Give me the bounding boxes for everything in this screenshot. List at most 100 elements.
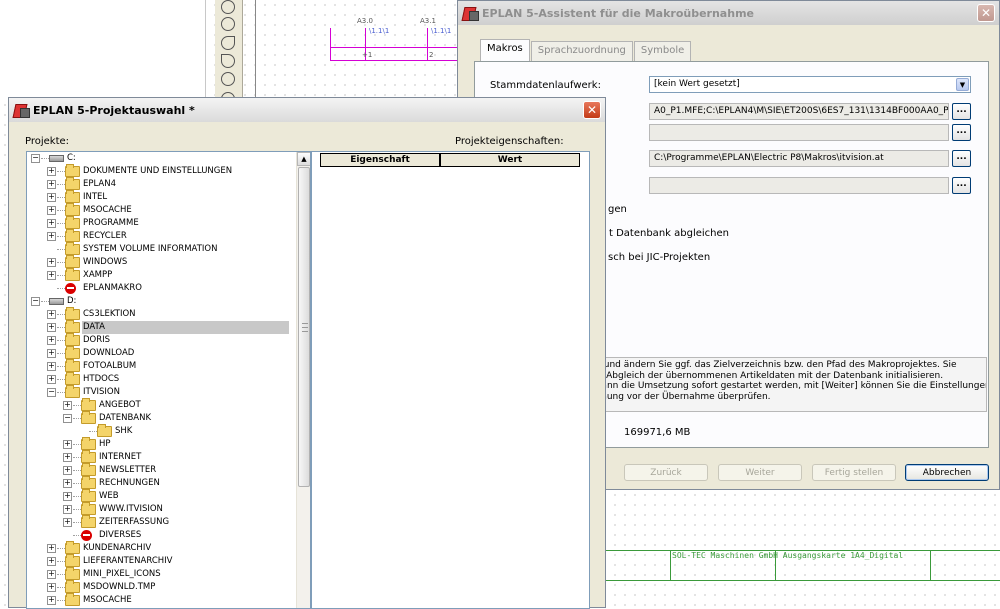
browse-button-2[interactable]: ... [952, 124, 971, 141]
drive-icon [49, 155, 64, 162]
expand-icon[interactable]: + [63, 479, 72, 488]
scroll-up-arrow-icon[interactable]: ▲ [297, 152, 310, 166]
tree-connector [73, 470, 81, 471]
tool-circle-icon[interactable] [221, 0, 235, 14]
assistant-titlebar[interactable]: EPLAN 5-Assistent für die Makroübernahme… [458, 1, 999, 25]
target-path-field[interactable]: C:\Programme\EPLAN\Electric P8\Makros\it… [649, 150, 949, 167]
tree-item[interactable]: + XAMPP [27, 268, 291, 282]
tree-item-label: MSOCACHE [83, 595, 132, 605]
close-button[interactable]: ✕ [583, 101, 601, 119]
tree-item[interactable]: + RECHNUNGEN [27, 476, 291, 490]
folder-icon [81, 476, 96, 489]
expand-icon[interactable]: + [47, 323, 56, 332]
expand-icon[interactable]: + [47, 336, 56, 345]
projekt-titlebar[interactable]: EPLAN 5-Projektauswahl * ✕ [9, 98, 605, 122]
scroll-thumb[interactable] [298, 167, 310, 487]
properties-table[interactable]: Eigenschaft Wert [311, 151, 590, 609]
tree-item[interactable]: + WWW.ITVISION [27, 502, 291, 516]
col-property-header[interactable]: Eigenschaft [320, 153, 440, 167]
project-tree[interactable]: − C: + DOKUMENTE UND EINSTELLUNGEN + EPLAN4 + I… [26, 151, 311, 609]
tree-item[interactable]: + NEWSLETTER [27, 463, 291, 477]
folder-icon [65, 255, 80, 268]
expand-icon[interactable]: + [63, 505, 72, 514]
browse-button-4[interactable]: ... [952, 177, 971, 194]
expand-icon[interactable]: + [63, 440, 72, 449]
tool-circle-icon[interactable] [221, 17, 235, 31]
expand-icon[interactable]: + [47, 557, 56, 566]
expand-icon[interactable]: + [47, 349, 56, 358]
expand-icon[interactable]: + [47, 180, 56, 189]
tree-item-label: WWW.ITVISION [99, 504, 163, 514]
tree-item[interactable]: − ITVISION [27, 385, 291, 399]
folder-icon [65, 229, 80, 242]
browse-macros-button[interactable]: ... [952, 103, 971, 120]
tree-connector [57, 600, 65, 601]
expand-icon[interactable]: + [47, 596, 56, 605]
folder-icon [81, 515, 96, 528]
expand-icon[interactable]: + [47, 375, 56, 384]
expand-icon[interactable]: + [47, 167, 56, 176]
tree-item[interactable]: + HP [27, 437, 291, 451]
close-button[interactable]: ✕ [977, 4, 995, 22]
expand-icon[interactable]: + [47, 206, 56, 215]
folder-icon [65, 307, 80, 320]
tree-connector [73, 418, 81, 419]
macros-field[interactable]: A0_P1.MFE;C:\EPLAN4\M\SIE\ET200S\6ES7_13… [649, 103, 949, 120]
empty-field-2[interactable] [649, 177, 949, 194]
tab-sprachzuordnung[interactable]: Sprachzuordnung [530, 41, 633, 61]
finish-button[interactable]: Fertig stellen [812, 464, 896, 481]
tab-makros[interactable]: Makros [480, 39, 530, 61]
expand-icon[interactable]: + [47, 544, 56, 553]
cancel-button[interactable]: Abbrechen [905, 464, 989, 481]
tab-symbole[interactable]: Symbole [633, 41, 692, 61]
tree-item[interactable]: + ANGEBOT [27, 398, 291, 412]
tree-item[interactable]: − DATENBANK [27, 411, 291, 425]
collapse-icon[interactable]: − [31, 154, 40, 163]
expand-icon[interactable]: + [47, 310, 56, 319]
folder-icon [65, 346, 80, 359]
col-value-header[interactable]: Wert [440, 153, 580, 167]
expand-icon[interactable]: + [63, 518, 72, 527]
tree-item[interactable]: + INTERNET [27, 450, 291, 464]
tree-item[interactable]: + MSOCACHE [27, 593, 291, 607]
expand-icon[interactable]: + [47, 570, 56, 579]
expand-icon[interactable]: + [47, 232, 56, 241]
collapse-icon[interactable]: − [47, 388, 56, 397]
tool-arc-icon[interactable] [221, 36, 235, 50]
folder-icon [65, 372, 80, 385]
tree-scrollbar[interactable]: ▲ [296, 152, 310, 608]
tree-connector [73, 483, 81, 484]
expand-icon[interactable]: + [47, 219, 56, 228]
expand-icon[interactable]: + [47, 258, 56, 267]
tree-item[interactable]: EPLANMAKRO [27, 282, 291, 295]
next-button[interactable]: Weiter [718, 464, 802, 481]
stammdaten-select[interactable]: [kein Wert gesetzt] ▼ [649, 76, 971, 93]
expand-icon[interactable]: + [63, 466, 72, 475]
tree-item[interactable]: SHK [27, 424, 291, 438]
back-button[interactable]: Zurück [624, 464, 708, 481]
tool-clock-icon[interactable] [221, 72, 235, 86]
empty-field-1[interactable] [649, 124, 949, 141]
tree-item[interactable]: + WEB [27, 489, 291, 503]
collapse-icon[interactable]: − [63, 414, 72, 423]
tree-connector [41, 158, 49, 159]
folder-icon [65, 203, 80, 216]
tree-connector [57, 366, 65, 367]
tool-arc-icon[interactable] [221, 54, 235, 68]
chevron-down-icon[interactable]: ▼ [956, 78, 969, 91]
expand-icon[interactable]: + [63, 401, 72, 410]
folder-icon [65, 567, 80, 580]
collapse-icon[interactable]: − [31, 297, 40, 306]
tree-item[interactable]: + ZEITERFASSUNG [27, 515, 291, 529]
expand-icon[interactable]: + [47, 362, 56, 371]
expand-icon[interactable]: + [47, 193, 56, 202]
cad-title-block-text: SOL-TEC Maschinen GmbH Ausgangskarte 1A4… [672, 551, 904, 560]
expand-icon[interactable]: + [63, 492, 72, 501]
tree-connector [57, 574, 65, 575]
expand-icon[interactable]: + [47, 583, 56, 592]
browse-target-button[interactable]: ... [952, 150, 971, 167]
expand-icon[interactable]: + [63, 453, 72, 462]
folder-icon [65, 242, 80, 255]
expand-icon[interactable]: + [47, 271, 56, 280]
eplan-app-icon [13, 102, 30, 118]
